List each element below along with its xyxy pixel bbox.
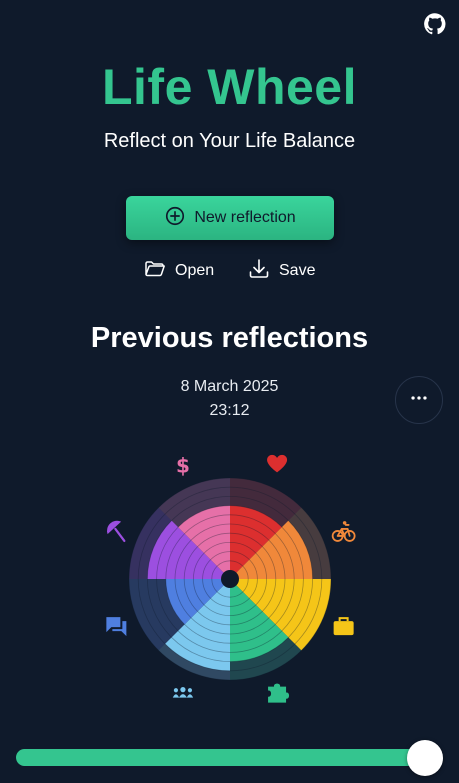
- save-button[interactable]: Save: [247, 258, 315, 284]
- briefcase-icon: [333, 617, 354, 636]
- open-label: Open: [175, 262, 215, 279]
- svg-text:$: $: [176, 453, 190, 477]
- github-icon[interactable]: [423, 12, 447, 36]
- more-options-button[interactable]: [395, 376, 443, 424]
- life-wheel[interactable]: $: [0, 440, 459, 730]
- dollar-icon: $: [176, 453, 190, 477]
- plus-circle-icon: [164, 205, 186, 232]
- heart-icon: [267, 454, 288, 473]
- app-title: Life Wheel: [101, 59, 358, 115]
- wheel-center: [221, 570, 239, 588]
- puzzle-icon: [268, 683, 290, 703]
- people-icon: [172, 687, 194, 698]
- folder-icon: [143, 257, 167, 286]
- reflection-time: 23:12: [209, 402, 250, 419]
- reflection-date: 8 March 2025: [180, 378, 279, 395]
- download-icon: [247, 257, 271, 286]
- save-label: Save: [279, 262, 316, 279]
- umbrella-icon: [107, 520, 126, 543]
- previous-reflections-heading: Previous reflections: [90, 322, 369, 354]
- life-wheel-chart: $: [106, 453, 356, 703]
- bicycle-icon: [331, 521, 356, 542]
- new-reflection-button[interactable]: New reflection: [126, 196, 334, 240]
- reflection-slider-track[interactable]: [16, 749, 436, 766]
- chat-icon: [106, 617, 127, 637]
- open-button[interactable]: Open: [143, 258, 214, 284]
- more-horizontal-icon: [408, 387, 430, 414]
- reflection-slider-thumb[interactable]: [407, 740, 443, 776]
- new-reflection-label: New reflection: [194, 209, 296, 226]
- app-subtitle: Reflect on Your Life Balance: [103, 130, 356, 152]
